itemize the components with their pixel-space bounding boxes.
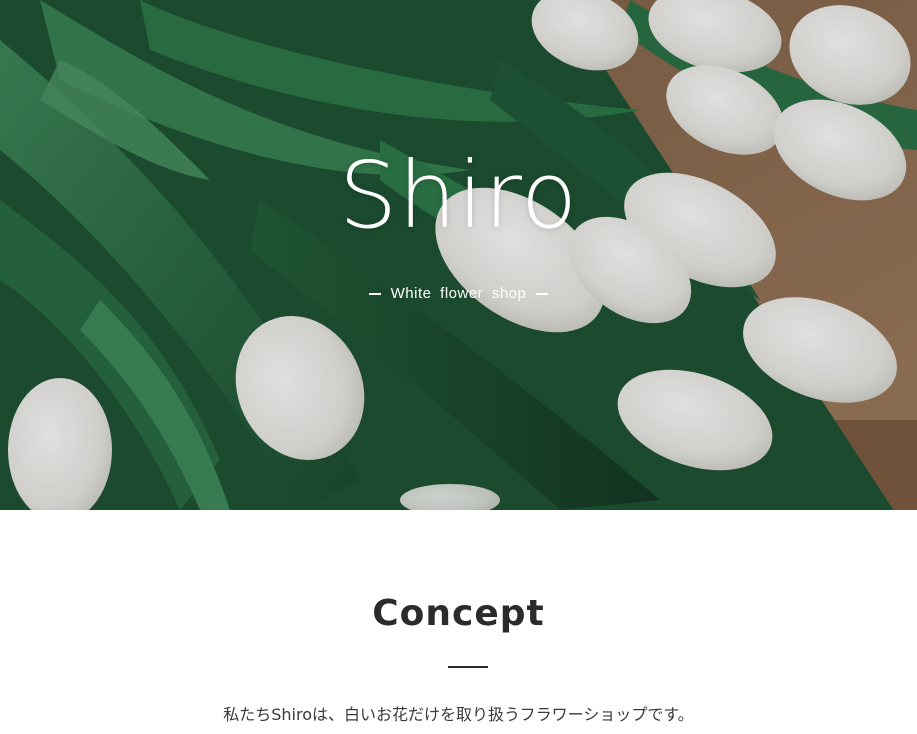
hero-section: Shiro White flower shop <box>0 0 917 510</box>
site-title: Shiro <box>338 142 579 249</box>
concept-heading: Concept <box>372 593 545 634</box>
tagline-dash-left <box>368 292 381 295</box>
concept-body-line-1: 私たちShiroは、白いお花だけを取り扱うフラワーショップです。 <box>223 705 694 724</box>
hero-tagline: White flower shop <box>0 285 917 302</box>
concept-divider <box>448 666 488 668</box>
tagline-text: White flower shop <box>390 285 527 302</box>
page: Shiro White flower shop Concept 私たちShiro… <box>0 0 917 734</box>
hero-overlay <box>0 0 917 510</box>
tagline-dash-right <box>536 292 549 295</box>
